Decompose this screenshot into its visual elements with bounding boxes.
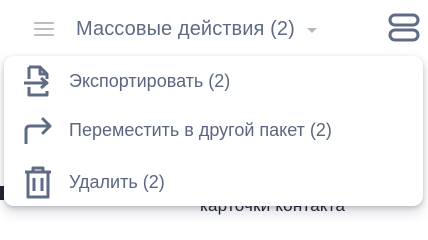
move-arrow-icon — [20, 112, 56, 148]
toolbar: Массовые действия (2) — [0, 0, 428, 56]
menu-item-label: Переместить в другой пакет (2) — [69, 119, 332, 140]
menu-item-label: Экспортировать (2) — [69, 70, 231, 91]
menu-item-label: Удалить (2) — [69, 171, 165, 192]
menu-item-delete[interactable]: Удалить (2) — [4, 160, 423, 204]
menu-item-move[interactable]: Переместить в другой пакет (2) — [4, 108, 423, 152]
menu-item-export[interactable]: Экспортировать (2) — [4, 59, 423, 103]
chevron-down-icon — [306, 27, 317, 33]
trash-icon — [20, 164, 56, 200]
lines-icon — [34, 22, 54, 36]
bulk-actions-label: Массовые действия (2) — [76, 17, 295, 40]
export-file-icon — [20, 63, 56, 99]
view-toggle-button[interactable] — [388, 13, 420, 43]
bulk-actions-button[interactable]: Массовые действия (2) — [34, 12, 317, 46]
view-toggle-icon — [388, 13, 420, 42]
bulk-actions-menu: Экспортировать (2) Переместить в другой … — [4, 56, 423, 206]
